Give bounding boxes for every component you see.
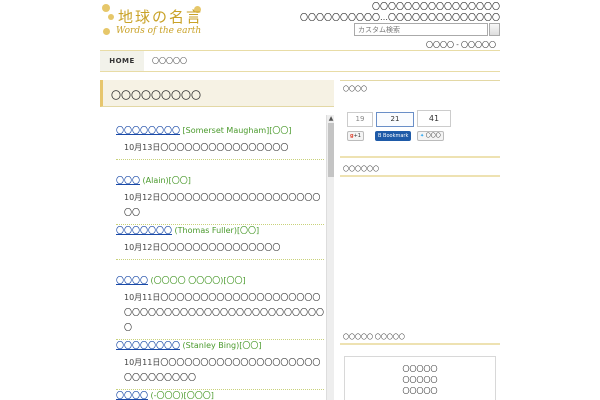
share-widget-title: 〇〇〇〇 <box>343 86 368 93</box>
bookmark-label: Bookmark <box>383 133 409 139</box>
flower-icon <box>102 4 110 12</box>
header-links[interactable]: 〇〇〇〇 - 〇〇〇〇〇 <box>426 40 496 50</box>
widget-line[interactable]: 〇〇〇〇〇 <box>345 375 495 386</box>
main-nav: HOME 〇〇〇〇〇 <box>100 50 500 72</box>
scroll-up-arrow-icon[interactable]: ▲ <box>327 115 335 123</box>
bookmark-button[interactable]: B Bookmark <box>375 131 412 141</box>
list-item: 〇〇〇〇〇〇〇〇 (Stanley Bing)[〇〇] 10月11日〇〇〇〇〇〇… <box>116 340 324 390</box>
author-link[interactable]: 〇〇〇〇〇〇〇 <box>116 226 172 235</box>
search-button[interactable] <box>489 23 500 36</box>
widget-line[interactable]: 〇〇〇〇〇 <box>345 364 495 375</box>
nav-home[interactable]: HOME <box>100 51 144 71</box>
search-form <box>354 23 500 37</box>
author-meta: (Alain)[〇〇] <box>142 176 191 185</box>
gplus-label: +1 <box>353 133 361 139</box>
widget-line[interactable]: 〇〇〇〇〇 <box>345 386 495 397</box>
nav-item[interactable]: 〇〇〇〇〇 <box>152 51 187 71</box>
author-link[interactable]: 〇〇〇〇 <box>116 391 148 400</box>
flower-icon <box>103 28 110 35</box>
section-heading: 〇〇〇〇〇〇〇〇〇 <box>100 80 334 107</box>
sidebar-section-title: 〇〇〇〇〇 〇〇〇〇〇 <box>343 334 405 341</box>
sidebar-section-title: 〇〇〇〇〇〇 <box>343 166 380 173</box>
entry-summary: 10月12日〇〇〇〇〇〇〇〇〇〇〇〇〇〇〇 <box>116 236 324 260</box>
section-heading-title: 〇〇〇〇〇〇〇〇〇 <box>111 91 201 102</box>
sidebar-section: 〇〇〇〇〇 〇〇〇〇〇 <box>340 328 500 345</box>
tweet-count: 41 <box>417 110 451 127</box>
entry-summary: 10月11日〇〇〇〇〇〇〇〇〇〇〇〇〇〇〇〇〇〇〇〇〇〇〇〇〇〇〇〇〇 <box>116 351 324 390</box>
tweet-label: 〇〇〇 <box>425 133 441 139</box>
list-item: 〇〇〇 (Alain)[〇〇] 10月12日〇〇〇〇〇〇〇〇〇〇〇〇〇〇〇〇〇〇… <box>116 175 324 225</box>
author-link[interactable]: 〇〇〇〇〇〇〇〇 <box>116 341 180 350</box>
gplus-count: 19 <box>347 112 373 127</box>
author-link[interactable]: 〇〇〇〇〇〇〇〇 <box>116 126 180 135</box>
logo-title: 地球の名言 <box>118 8 204 26</box>
author-meta: (-〇〇〇)[〇〇〇] <box>150 391 214 400</box>
search-input[interactable] <box>354 23 488 36</box>
header-tagline: 〇〇〇〇〇〇〇〇〇〇〇〇〇〇〇〇 <box>372 2 500 10</box>
tweet-button[interactable]: ✦ 〇〇〇 <box>417 131 444 141</box>
sidebar-widget: 〇〇〇〇〇 〇〇〇〇〇 〇〇〇〇〇 <box>344 356 496 400</box>
sidebar-section: 〇〇〇〇〇〇 <box>340 160 500 177</box>
header-tagline-secondary: 〇〇〇〇〇〇〇〇〇〇…〇〇〇〇〇〇〇〇〇〇〇〇〇〇〇〇 <box>300 13 500 21</box>
list-item: 〇〇〇〇 (-〇〇〇)[〇〇〇] <box>116 390 324 400</box>
page: 地球の名言 Words of the earth 〇〇〇〇〇〇〇〇〇〇〇〇〇〇〇… <box>0 0 600 400</box>
flower-icon <box>108 14 114 20</box>
list-item: 〇〇〇〇〇〇〇〇 [Somerset Maugham][〇〇] 10月13日〇〇… <box>116 125 324 160</box>
scroll-thumb[interactable] <box>328 123 334 177</box>
author-meta: (Thomas Fuller)[〇〇] <box>174 226 260 235</box>
author-meta: (〇〇〇〇 〇〇〇〇)[〇〇] <box>150 276 246 285</box>
hatena-count: 21 <box>376 112 414 127</box>
quote-list: 〇〇〇〇〇〇〇〇 [Somerset Maugham][〇〇] 10月13日〇〇… <box>100 112 336 400</box>
author-meta: (Stanley Bing)[〇〇] <box>182 341 262 350</box>
list-scrollbar[interactable]: ▲ <box>326 115 334 400</box>
author-meta: [Somerset Maugham][〇〇] <box>182 126 292 135</box>
list-item: 〇〇〇〇〇〇〇 (Thomas Fuller)[〇〇] 10月12日〇〇〇〇〇〇… <box>116 225 324 260</box>
author-link[interactable]: 〇〇〇〇 <box>116 276 148 285</box>
gplus-button[interactable]: g+1 <box>347 131 364 141</box>
entry-summary: 10月11日〇〇〇〇〇〇〇〇〇〇〇〇〇〇〇〇〇〇〇〇〇〇〇〇〇〇〇〇〇〇〇〇〇〇… <box>116 286 324 340</box>
entry-summary: 10月12日〇〇〇〇〇〇〇〇〇〇〇〇〇〇〇〇〇〇〇〇〇〇 <box>116 186 324 225</box>
site-logo[interactable]: 地球の名言 Words of the earth <box>102 4 206 40</box>
list-item: 〇〇〇〇 (〇〇〇〇 〇〇〇〇)[〇〇] 10月11日〇〇〇〇〇〇〇〇〇〇〇〇〇… <box>116 275 324 340</box>
logo-subtitle: Words of the earth <box>116 26 202 36</box>
entry-summary: 10月13日〇〇〇〇〇〇〇〇〇〇〇〇〇〇〇〇 <box>116 136 324 160</box>
author-link[interactable]: 〇〇〇 <box>116 176 140 185</box>
